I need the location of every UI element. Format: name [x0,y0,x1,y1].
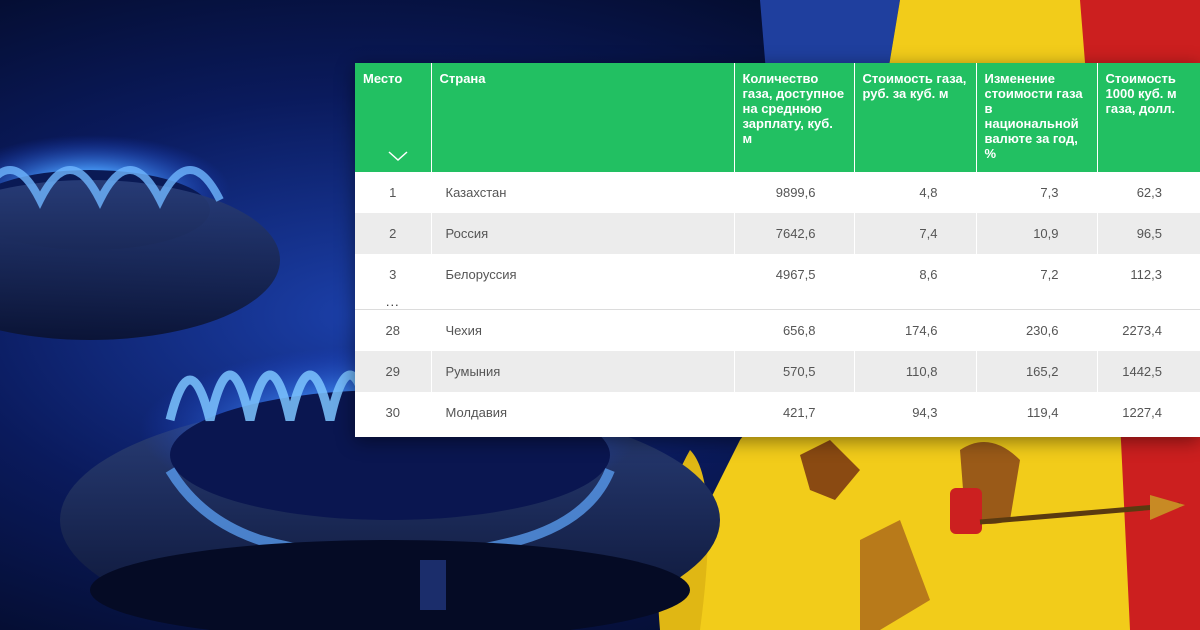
column-header-country-label: Страна [439,71,486,86]
cell-gas-price: 174,6 [854,309,977,351]
cell-gas-price: 8,6 [854,254,977,295]
column-header-price-usd-label: Стоимость 1000 куб. м газа, долл. [1105,71,1177,116]
column-header-rank[interactable]: Место [355,63,432,172]
cell-rank: 28 [355,309,432,351]
cell-gas-amount: 9899,6 [734,172,855,213]
ranking-table: Место Страна Количество газа, доступное … [355,63,1200,433]
empty-cell [431,295,735,310]
column-header-price-change-label: Изменение стоимости газа в национальной … [984,71,1083,161]
table-ellipsis-row: ... [355,295,1200,310]
empty-cell [734,295,855,310]
cell-price-usd: 1227,4 [1097,392,1200,433]
cell-price-usd: 2273,4 [1097,309,1200,351]
cell-rank: 1 [355,172,432,213]
table-row: 28 Чехия 656,8 174,6 230,6 2273,4 [355,309,1200,351]
table-row: 3 Белоруссия 4967,5 8,6 7,2 112,3 [355,254,1200,295]
cell-country: Чехия [431,309,735,351]
table-row: 30 Молдавия 421,7 94,3 119,4 1227,4 [355,392,1200,433]
table-row: 2 Россия 7642,6 7,4 10,9 96,5 [355,213,1200,254]
cell-gas-price: 94,3 [854,392,977,433]
cell-price-change: 10,9 [976,213,1098,254]
cell-gas-price: 110,8 [854,351,977,392]
cell-country: Россия [431,213,735,254]
column-header-country[interactable]: Страна [431,63,735,172]
ellipsis-cell: ... [355,294,432,310]
cell-price-usd: 96,5 [1097,213,1200,254]
table-header-row: Место Страна Количество газа, доступное … [355,63,1200,172]
column-header-gas-amount-label: Количество газа, доступное на среднюю за… [742,71,845,146]
cell-rank: 30 [355,392,432,433]
cell-price-change: 7,2 [976,254,1098,295]
cell-price-usd: 62,3 [1097,172,1200,213]
cell-rank: 2 [355,213,432,254]
cell-price-change: 7,3 [976,172,1098,213]
column-header-gas-amount[interactable]: Количество газа, доступное на среднюю за… [734,63,855,172]
cell-gas-amount: 7642,6 [734,213,855,254]
column-header-gas-price-label: Стоимость газа, руб. за куб. м [862,71,967,101]
empty-cell [976,295,1098,310]
cell-gas-price: 7,4 [854,213,977,254]
cell-country: Белоруссия [431,254,735,295]
cell-price-change: 119,4 [976,392,1098,433]
column-header-price-change[interactable]: Изменение стоимости газа в национальной … [976,63,1098,172]
cell-country: Румыния [431,351,735,392]
table-row: 29 Румыния 570,5 110,8 165,2 1442,5 [355,351,1200,392]
table-row: 1 Казахстан 9899,6 4,8 7,3 62,3 [355,172,1200,213]
cell-gas-amount: 4967,5 [734,254,855,295]
cell-price-usd: 1442,5 [1097,351,1200,392]
chevron-down-icon[interactable] [387,149,409,163]
empty-cell [1097,295,1200,310]
cell-price-change: 230,6 [976,309,1098,351]
cell-gas-amount: 421,7 [734,392,855,433]
cell-price-change: 165,2 [976,351,1098,392]
column-header-gas-price[interactable]: Стоимость газа, руб. за куб. м [854,63,977,172]
ellipsis-marker: ... [385,294,400,309]
cell-gas-price: 4,8 [854,172,977,213]
cell-rank: 3 [355,254,432,295]
cell-gas-amount: 570,5 [734,351,855,392]
column-header-rank-label: Место [363,71,403,86]
cell-price-usd: 112,3 [1097,254,1200,295]
column-header-price-usd[interactable]: Стоимость 1000 куб. м газа, долл. [1097,63,1200,172]
cell-gas-amount: 656,8 [734,309,855,351]
cell-rank: 29 [355,351,432,392]
empty-cell [854,295,977,310]
cell-country: Молдавия [431,392,735,433]
gas-price-table: Место Страна Количество газа, доступное … [355,63,1200,437]
cell-country: Казахстан [431,172,735,213]
